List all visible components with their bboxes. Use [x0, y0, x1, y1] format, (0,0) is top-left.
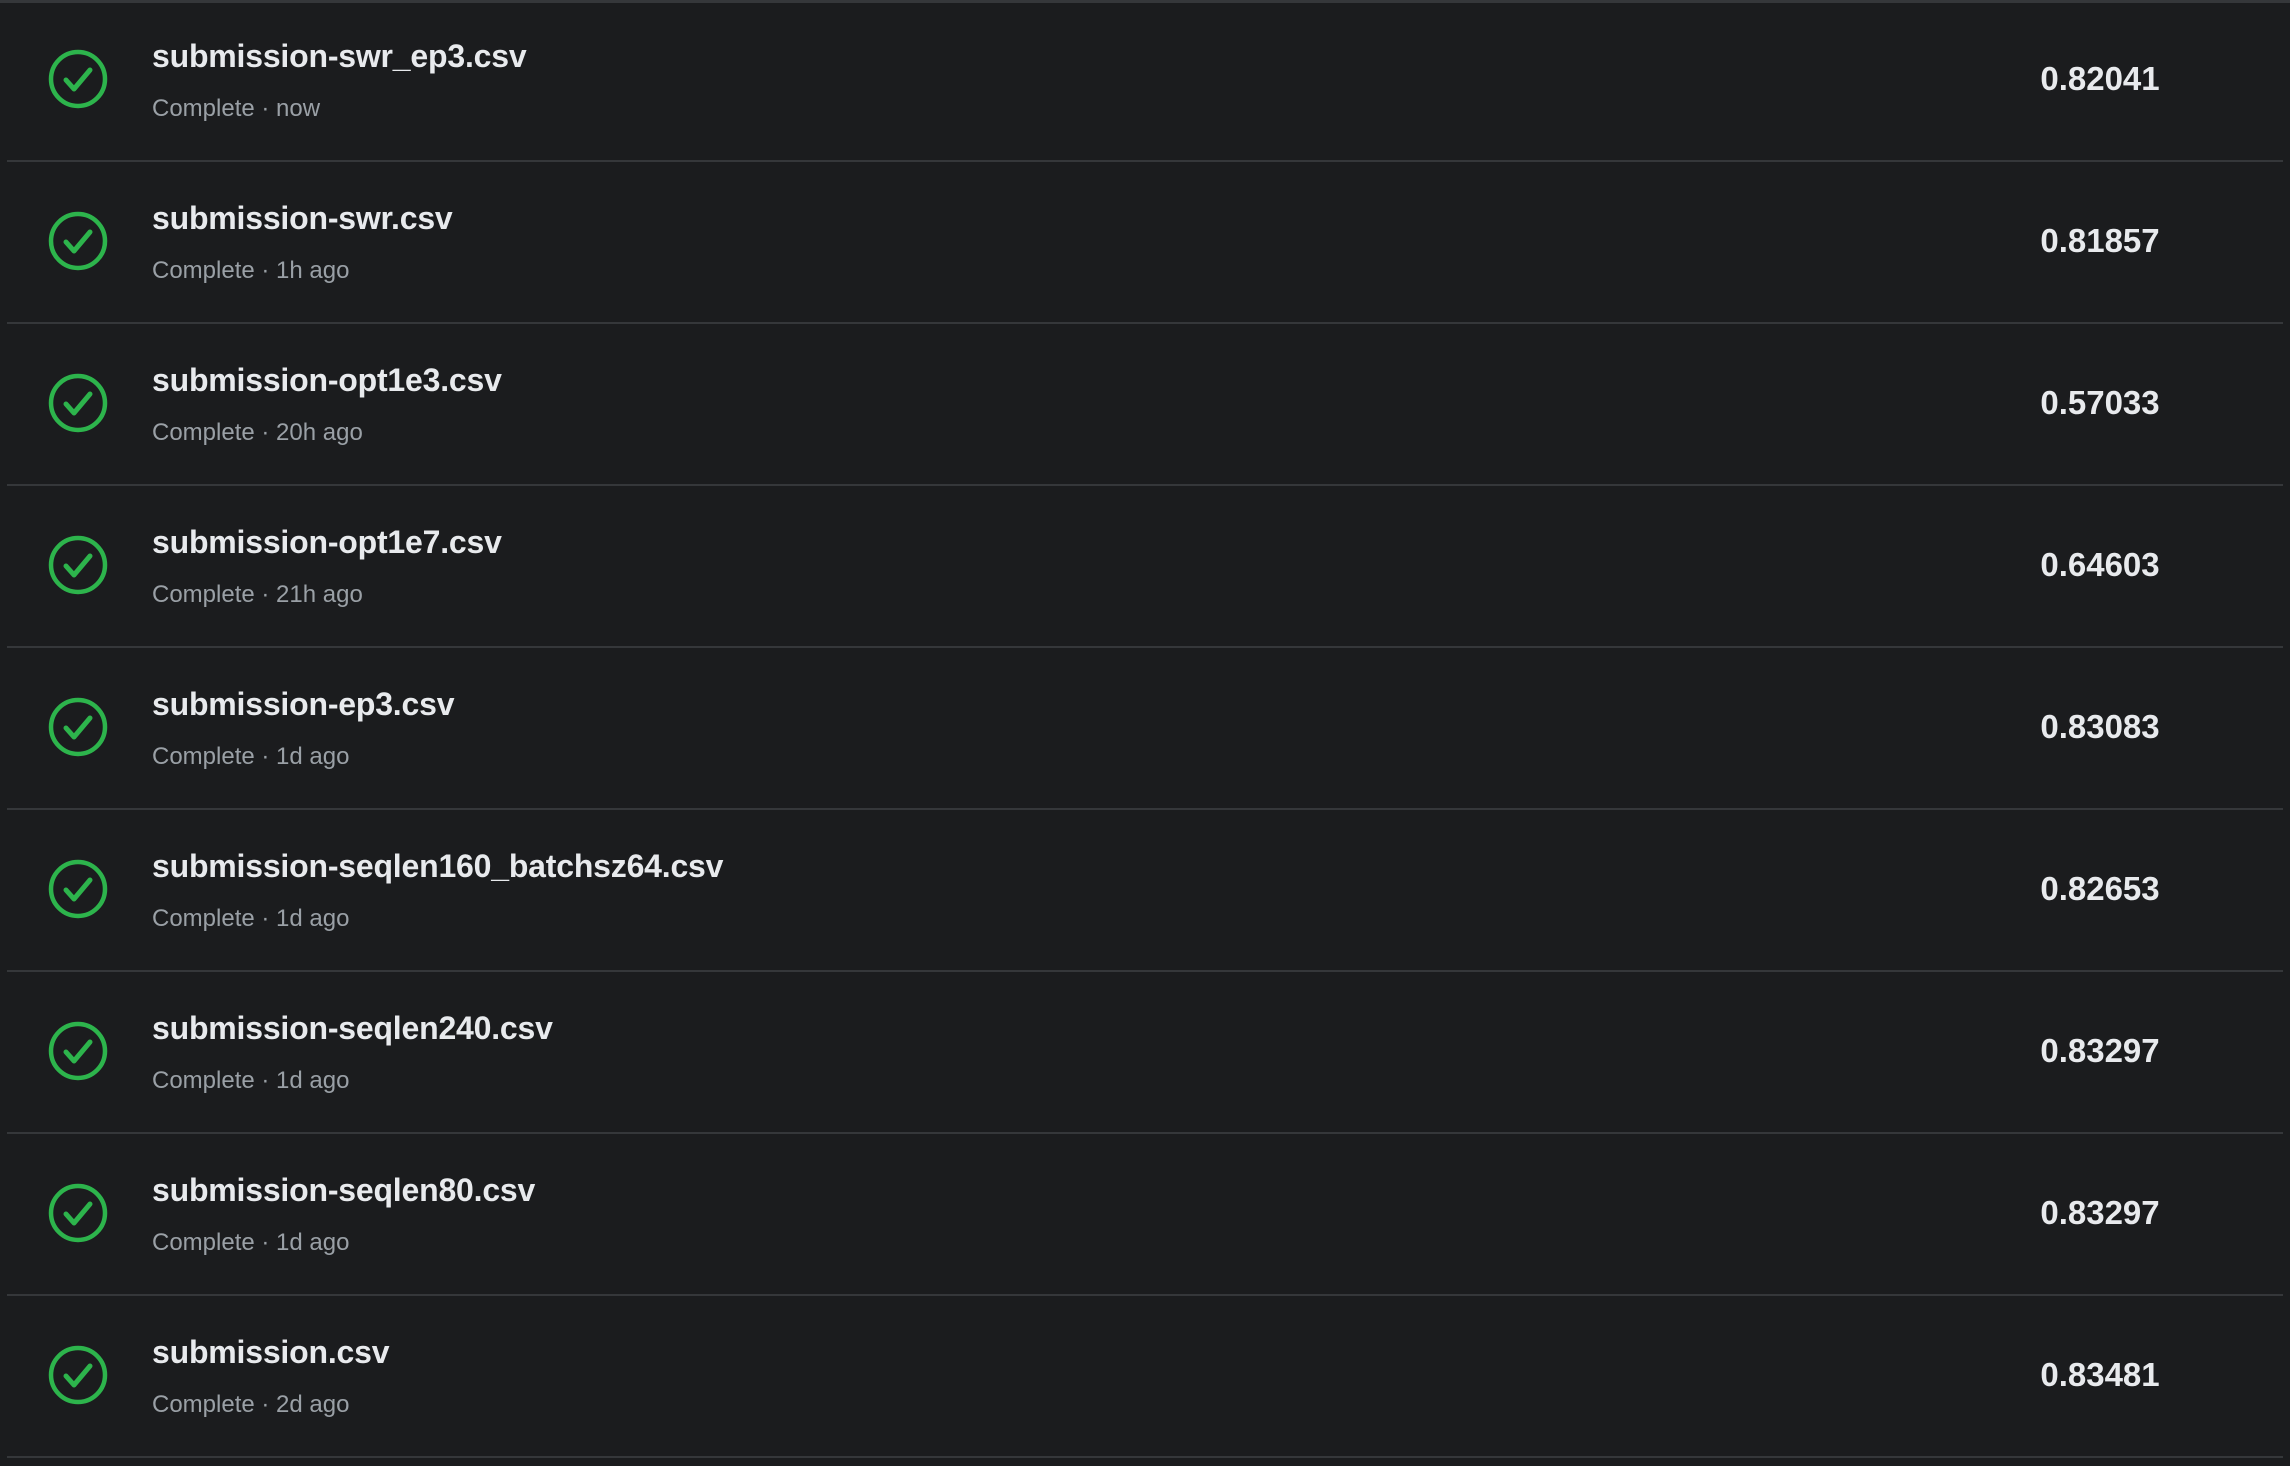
submission-row[interactable]: submission-opt1e7.csv Complete · 21h ago…	[7, 486, 2283, 648]
submission-filename[interactable]: submission-seqlen160_batchsz64.csv	[152, 848, 723, 885]
submission-row[interactable]: submission-swr.csv Complete · 1h ago 0.8…	[7, 162, 2283, 324]
submission-score: 0.82653	[2040, 870, 2160, 907]
submission-status: Complete · 20h ago	[152, 419, 363, 446]
check-circle-icon	[47, 1344, 109, 1406]
check-circle-icon	[47, 534, 109, 596]
submission-score: 0.83297	[2040, 1194, 2160, 1231]
check-circle-icon	[47, 696, 109, 758]
submission-filename[interactable]: submission.csv	[152, 1334, 389, 1371]
submission-score: 0.83297	[2040, 1032, 2160, 1069]
submission-score: 0.81857	[2040, 222, 2160, 259]
submission-row[interactable]: submission-seqlen80.csv Complete · 1d ag…	[7, 1134, 2283, 1296]
check-circle-icon	[47, 372, 109, 434]
check-circle-icon	[47, 1182, 109, 1244]
submission-row[interactable]: submission-ep3.csv Complete · 1d ago 0.8…	[7, 648, 2283, 810]
submission-row[interactable]: submission.csv Complete · 2d ago 0.83481	[7, 1296, 2283, 1458]
submission-score: 0.57033	[2040, 384, 2160, 421]
submission-filename[interactable]: submission-opt1e3.csv	[152, 362, 502, 399]
check-circle-icon	[47, 858, 109, 920]
submission-filename[interactable]: submission-seqlen80.csv	[152, 1172, 535, 1209]
submission-score: 0.64603	[2040, 546, 2160, 583]
submission-status: Complete · 21h ago	[152, 581, 363, 608]
submission-score: 0.83083	[2040, 708, 2160, 745]
submissions-list: submission-swr_ep3.csv Complete · now 0.…	[0, 0, 2290, 1458]
check-circle-icon	[47, 210, 109, 272]
submission-status: Complete · 1d ago	[152, 1229, 350, 1256]
submission-filename[interactable]: submission-opt1e7.csv	[152, 524, 502, 561]
check-circle-icon	[47, 48, 109, 110]
submission-filename[interactable]: submission-swr.csv	[152, 200, 453, 237]
check-circle-icon	[47, 1020, 109, 1082]
submission-row[interactable]: submission-seqlen240.csv Complete · 1d a…	[7, 972, 2283, 1134]
submission-status: Complete · 2d ago	[152, 1391, 350, 1418]
submission-status: Complete · 1d ago	[152, 1067, 350, 1094]
submission-filename[interactable]: submission-swr_ep3.csv	[152, 38, 527, 75]
submission-status: Complete · 1d ago	[152, 743, 350, 770]
submission-row[interactable]: submission-swr_ep3.csv Complete · now 0.…	[7, 0, 2283, 162]
submission-score: 0.82041	[2040, 60, 2160, 97]
submission-status: Complete · 1d ago	[152, 905, 350, 932]
submission-filename[interactable]: submission-seqlen240.csv	[152, 1010, 553, 1047]
submission-score: 0.83481	[2040, 1356, 2160, 1393]
submission-row[interactable]: submission-seqlen160_batchsz64.csv Compl…	[7, 810, 2283, 972]
submission-status: Complete · now	[152, 95, 321, 122]
submission-row[interactable]: submission-opt1e3.csv Complete · 20h ago…	[7, 324, 2283, 486]
submission-status: Complete · 1h ago	[152, 257, 350, 284]
submission-filename[interactable]: submission-ep3.csv	[152, 686, 454, 723]
